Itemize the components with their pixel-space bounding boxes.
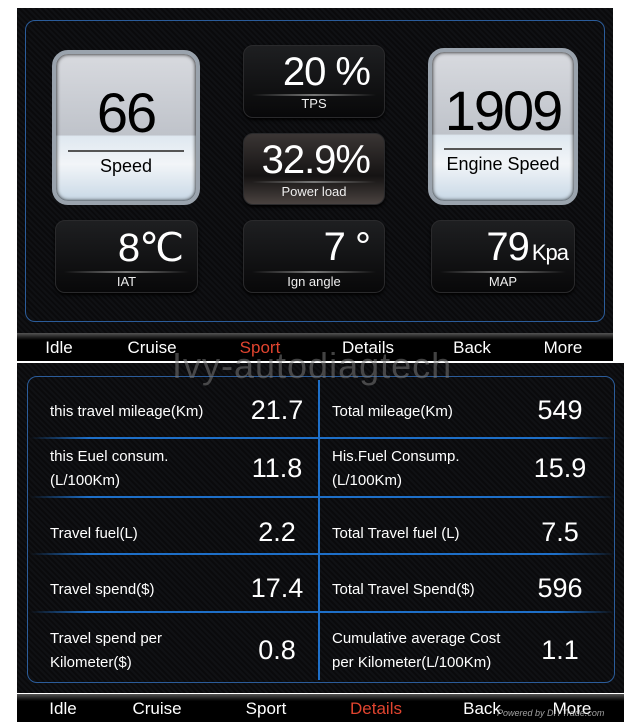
engine-speed-tile: 1909 Engine Speed [428, 48, 578, 205]
footer-watermark: Powered by DIYTrade.com [497, 708, 605, 718]
tps-label: TPS [301, 96, 327, 111]
row-divider [30, 437, 615, 439]
nav-idle[interactable]: Idle [49, 699, 76, 719]
speed-label: Speed [99, 156, 153, 176]
iat-tile: 8℃ IAT [55, 220, 198, 293]
detail-label: this Euel consum. (L/100Km) [50, 445, 168, 493]
detail-value: 15.9 [533, 453, 587, 483]
tps-tile: 20 % TPS [243, 45, 385, 118]
detail-label: Total mileage(Km) [332, 400, 453, 424]
divider [252, 271, 376, 273]
iat-label: IAT [116, 274, 137, 289]
engine-speed-label: Engine Speed [446, 154, 560, 174]
row-divider [30, 553, 615, 555]
map-tile: 79 Kpa MAP [431, 220, 575, 293]
row-divider [30, 496, 615, 498]
engine-speed-value: 1909 [444, 79, 564, 142]
column-divider [318, 380, 320, 680]
nav-sport[interactable]: Sport [246, 699, 287, 719]
detail-label: this travel mileage(Km) [50, 400, 203, 424]
nav-back[interactable]: Back [453, 338, 491, 358]
nav-more[interactable]: More [544, 338, 583, 358]
divider [444, 148, 562, 150]
detail-label-line: Total Travel fuel (L) [332, 525, 460, 542]
nav-idle[interactable]: Idle [45, 338, 72, 358]
detail-label: Total Travel fuel (L) [332, 522, 460, 546]
map-number: 79 [486, 225, 529, 269]
detail-label-line: Travel spend per [50, 630, 163, 647]
nav-cruise[interactable]: Cruise [132, 699, 181, 719]
detail-value: 549 [537, 395, 583, 425]
detail-value: 7.5 [541, 517, 579, 547]
detail-label: Cumulative average Cost per Kilometer(L/1… [332, 627, 500, 675]
detail-value: 21.7 [250, 395, 304, 425]
detail-label: His.Fuel Consump. (L/100Km) [332, 445, 460, 493]
detail-value: 596 [537, 573, 583, 603]
detail-label-line: Total Travel Spend($) [332, 581, 475, 598]
iat-value: 8℃ [117, 226, 184, 270]
detail-label-line: Kilometer($) [50, 654, 132, 671]
map-label: MAP [488, 274, 518, 289]
detail-label-line: (L/100Km) [50, 472, 121, 489]
detail-value: 11.8 [251, 453, 303, 483]
nav-back[interactable]: Back [463, 699, 501, 719]
divider [252, 181, 376, 183]
detail-label-line: His.Fuel Consump. [332, 448, 460, 465]
speed-value: 66 [96, 81, 157, 144]
detail-label-line: this travel mileage(Km) [50, 403, 204, 420]
ign-angle-tile: 7 ° Ign angle [243, 220, 385, 293]
detail-label-line: Travel fuel(L) [50, 525, 138, 542]
tps-value: 20 % [282, 50, 371, 94]
detail-label-line: Total mileage(Km) [332, 403, 453, 420]
divider [68, 150, 184, 152]
detail-value: 2.2 [258, 517, 296, 547]
row-divider [30, 611, 615, 613]
detail-value: 17.4 [250, 573, 304, 603]
detail-label: Travel fuel(L) [50, 522, 138, 546]
detail-label-line: Travel spend($) [50, 581, 155, 598]
map-unit: Kpa [531, 240, 569, 265]
watermark: Ivy-autodiagtech [172, 345, 453, 386]
divider [64, 271, 189, 273]
ign-angle-value: 7 ° [323, 225, 371, 269]
detail-value: 1.1 [541, 635, 579, 665]
power-load-value: 32.9% [261, 138, 371, 182]
detail-label: Travel spend per Kilometer($) [50, 627, 162, 675]
detail-label-line: per Kilometer(L/100Km) [332, 654, 492, 671]
detail-label: Travel spend($) [50, 578, 155, 602]
nav-cruise[interactable]: Cruise [127, 338, 176, 358]
nav-details[interactable]: Details [350, 699, 402, 719]
speed-tile: 66 Speed [52, 50, 200, 205]
ign-angle-label: Ign angle [287, 274, 341, 289]
detail-label-line: (L/100Km) [332, 472, 403, 489]
detail-label-line: Cumulative average Cost [332, 630, 501, 647]
power-load-tile: 32.9% Power load [243, 133, 385, 205]
divider [440, 271, 566, 273]
detail-label-line: this Euel consum. [50, 448, 169, 465]
map-value: 79 Kpa [486, 225, 569, 270]
detail-label: Total Travel Spend($) [332, 578, 475, 602]
detail-value: 0.8 [258, 635, 296, 665]
power-load-label: Power load [281, 184, 347, 199]
